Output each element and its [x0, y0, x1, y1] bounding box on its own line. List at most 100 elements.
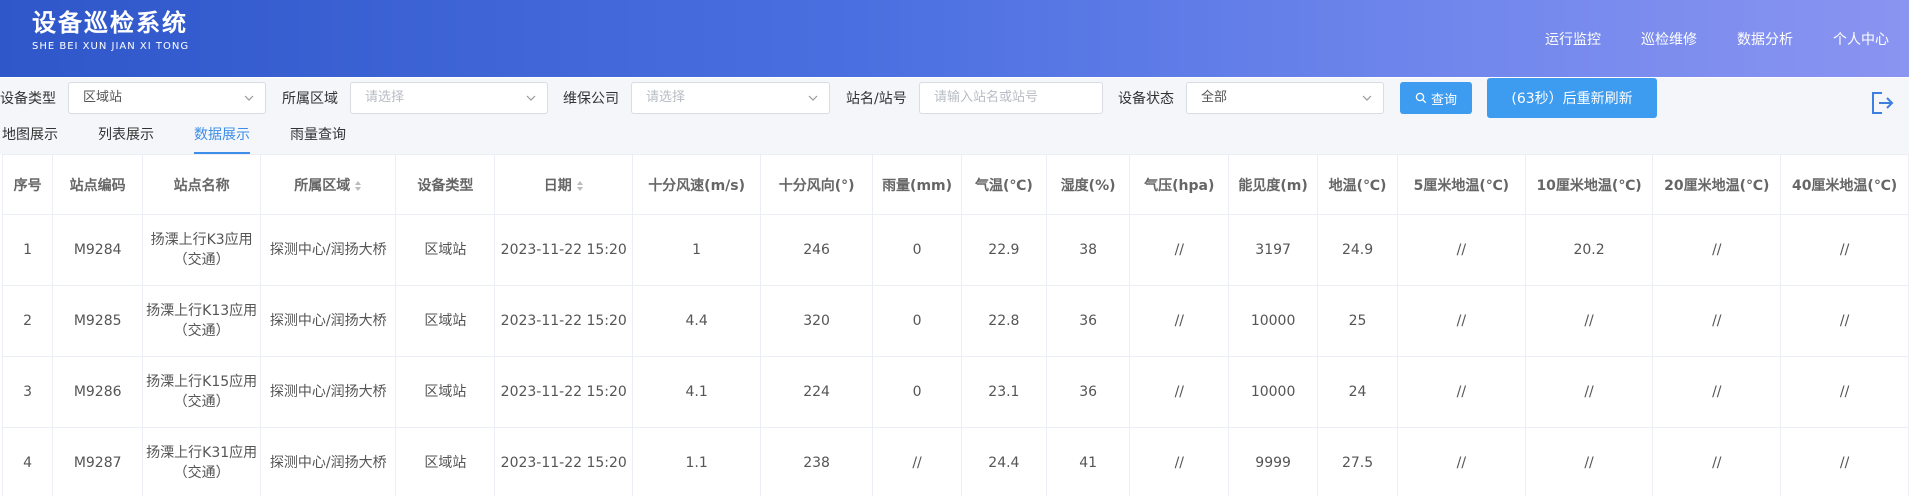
table-cell: 探测中心/润扬大桥 — [260, 427, 397, 496]
table-cell: 246 — [760, 214, 874, 286]
chevron-down-icon — [807, 83, 819, 113]
filter-bar: 设备类型 区域站 所属区域 请选择 维保公司 请选择 站名/站号 请输入站名或站… — [0, 78, 1909, 120]
col-ground-temp-10cm: 10厘米地温(℃) — [1524, 154, 1654, 215]
table-cell: // — [1129, 356, 1230, 428]
nav-inspection[interactable]: 巡检维修 — [1641, 29, 1697, 49]
table-cell: 探测中心/润扬大桥 — [260, 356, 397, 428]
station-placeholder: 请输入站名或站号 — [934, 90, 1039, 105]
logout-icon[interactable] — [1869, 90, 1895, 116]
table-cell: 3 — [2, 356, 54, 428]
table-cell: 23.1 — [961, 356, 1047, 428]
table-cell: 22.8 — [961, 285, 1047, 357]
table-cell: 探测中心/润扬大桥 — [260, 285, 397, 357]
table-cell: 4.4 — [632, 285, 762, 357]
region-select[interactable]: 请选择 — [350, 82, 548, 114]
table-cell: // — [1652, 427, 1782, 496]
tab-list[interactable]: 列表展示 — [98, 120, 154, 154]
query-button[interactable]: 查询 — [1400, 82, 1472, 114]
refresh-label: (63秒）后重新刷新 — [1511, 91, 1633, 107]
table-cell: 2023-11-22 15:20 — [494, 356, 634, 428]
table-cell: 扬溧上行K31应用（交通） — [142, 427, 262, 496]
status-value: 全部 — [1201, 90, 1228, 105]
table-cell: 22.9 — [961, 214, 1047, 286]
table-cell: 24.4 — [961, 427, 1047, 496]
table-cell: 2 — [2, 285, 54, 357]
region-label: 所属区域 — [282, 91, 338, 107]
table-cell: // — [1524, 356, 1654, 428]
table-cell: 1 — [2, 214, 54, 286]
device-type-label: 设备类型 — [0, 91, 56, 107]
col-index: 序号 — [2, 154, 54, 215]
table-cell: // — [1396, 427, 1526, 496]
table-cell: // — [1129, 427, 1230, 496]
col-date[interactable]: 日期 — [494, 154, 634, 215]
device-type-select[interactable]: 区域站 — [68, 82, 266, 114]
table-cell: 41 — [1045, 427, 1131, 496]
table-cell: 0 — [872, 356, 963, 428]
station-label: 站名/站号 — [846, 91, 907, 107]
table-cell: // — [1780, 427, 1909, 496]
col-device-type: 设备类型 — [395, 154, 496, 215]
table-cell: 扬溧上行K3应用（交通） — [142, 214, 262, 286]
table-cell: 4.1 — [632, 356, 762, 428]
tab-rainfall[interactable]: 雨量查询 — [290, 120, 346, 154]
top-nav: 运行监控 巡检维修 数据分析 个人中心 — [1545, 0, 1909, 77]
col-pressure: 气压(hpa) — [1129, 154, 1230, 215]
nav-data-analysis[interactable]: 数据分析 — [1737, 29, 1793, 49]
table-cell: // — [1780, 356, 1909, 428]
table-cell: // — [1524, 427, 1654, 496]
table-cell: 区域站 — [395, 214, 496, 286]
chevron-down-icon — [525, 83, 537, 113]
company-select[interactable]: 请选择 — [631, 82, 830, 114]
table-cell: M9286 — [52, 356, 144, 428]
table-cell: 20.2 — [1524, 214, 1654, 286]
table-cell: 3197 — [1228, 214, 1319, 286]
table-row: 2 M9285 扬溧上行K13应用（交通） 探测中心/润扬大桥 区域站 2023-11-2… — [2, 285, 1909, 357]
station-input[interactable]: 请输入站名或站号 — [919, 82, 1103, 114]
table-cell: 4 — [2, 427, 54, 496]
view-tabs: 地图展示 列表展示 数据展示 雨量查询 — [0, 120, 1909, 154]
table-cell: // — [1396, 285, 1526, 357]
table-cell: 2023-11-22 15:20 — [494, 427, 634, 496]
col-wind-speed: 十分风速(m/s) — [632, 154, 762, 215]
table-cell: 36 — [1045, 356, 1131, 428]
table-cell: // — [1129, 285, 1230, 357]
col-humidity: 湿度(%) — [1045, 154, 1131, 215]
tab-map[interactable]: 地图展示 — [2, 120, 58, 154]
col-visibility: 能见度(m) — [1228, 154, 1319, 215]
search-icon — [1415, 92, 1427, 104]
col-wind-direction: 十分风向(°) — [760, 154, 874, 215]
table-cell: // — [1396, 356, 1526, 428]
table-cell: // — [872, 427, 963, 496]
col-ground-temp-5cm: 5厘米地温(℃) — [1396, 154, 1526, 215]
col-ground-temp-40cm: 40厘米地温(℃) — [1780, 154, 1909, 215]
tab-data[interactable]: 数据展示 — [194, 120, 250, 154]
region-placeholder: 请选择 — [365, 90, 405, 105]
app-header: 设备巡检系统 SHE BEI XUN JIAN XI TONG 运行监控 巡检维… — [0, 0, 1909, 77]
table-cell: 36 — [1045, 285, 1131, 357]
data-table-container: 序号 站点编码 站点名称 所属区域 设备类型 日期 十分风速(m/s) 十分风向… — [2, 154, 1909, 496]
table-row: 3 M9286 扬溧上行K15应用（交通） 探测中心/润扬大桥 区域站 2023-11-2… — [2, 356, 1909, 428]
col-region[interactable]: 所属区域 — [260, 154, 397, 215]
table-cell: 扬溧上行K13应用（交通） — [142, 285, 262, 357]
table-cell: M9284 — [52, 214, 144, 286]
nav-run-monitor[interactable]: 运行监控 — [1545, 29, 1601, 49]
table-cell: 探测中心/润扬大桥 — [260, 214, 397, 286]
table-cell: 224 — [760, 356, 874, 428]
status-select[interactable]: 全部 — [1186, 82, 1384, 114]
device-type-value: 区域站 — [83, 90, 123, 105]
table-cell: 区域站 — [395, 427, 496, 496]
col-region-label: 所属区域 — [294, 177, 351, 194]
nav-personal-center[interactable]: 个人中心 — [1833, 29, 1889, 49]
table-cell: 区域站 — [395, 356, 496, 428]
table-cell: 10000 — [1228, 285, 1319, 357]
table-cell: // — [1780, 285, 1909, 357]
col-ground-temp: 地温(℃) — [1317, 154, 1398, 215]
table-cell: // — [1524, 285, 1654, 357]
table-header-row: 序号 站点编码 站点名称 所属区域 设备类型 日期 十分风速(m/s) 十分风向… — [2, 154, 1909, 215]
table-cell: // — [1652, 356, 1782, 428]
table-cell: 38 — [1045, 214, 1131, 286]
refresh-button[interactable]: (63秒）后重新刷新 — [1487, 78, 1657, 118]
table-cell: 1.1 — [632, 427, 762, 496]
brand: 设备巡检系统 SHE BEI XUN JIAN XI TONG — [32, 8, 189, 54]
